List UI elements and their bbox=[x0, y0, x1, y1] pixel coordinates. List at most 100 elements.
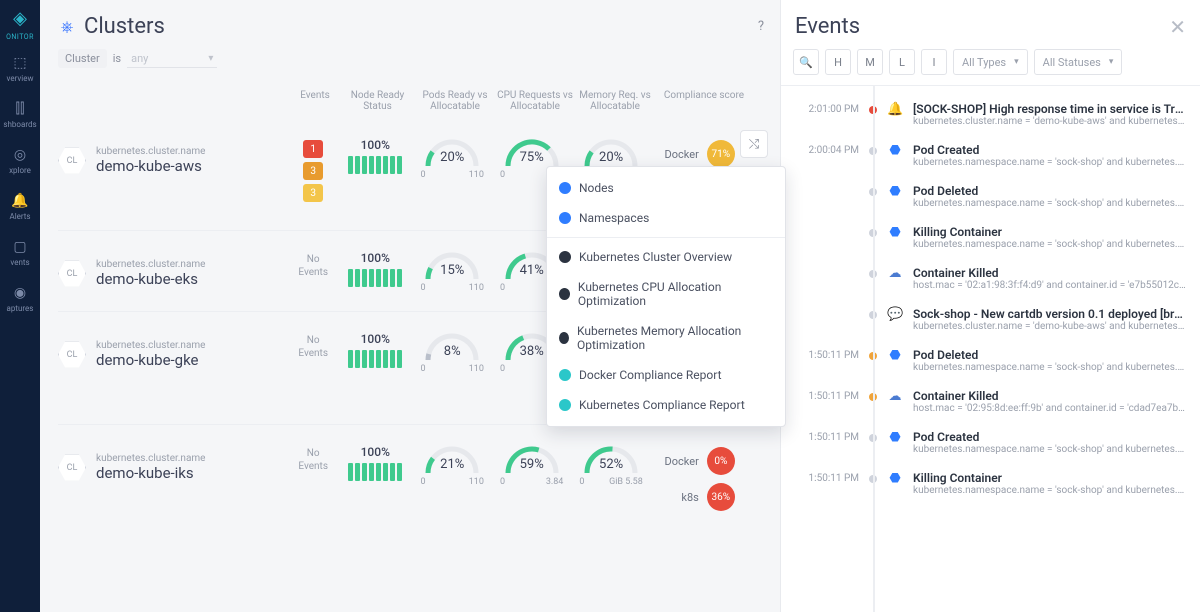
event-subtitle: kubernetes.cluster.name = 'demo-kube-aws… bbox=[913, 321, 1186, 332]
cluster-row: CL kubernetes.cluster.name demo-kube-iks… bbox=[58, 424, 770, 537]
close-icon[interactable]: ✕ bbox=[1169, 15, 1186, 39]
help-icon[interactable]: ? bbox=[758, 19, 764, 34]
node-ready-bars bbox=[338, 269, 412, 287]
popup-dot-icon bbox=[559, 288, 570, 300]
event-badge[interactable]: 3 bbox=[303, 162, 323, 180]
cluster-label: kubernetes.cluster.name bbox=[96, 340, 205, 351]
popup-item[interactable]: Kubernetes Memory Allocation Optimizatio… bbox=[547, 316, 785, 360]
event-time: 2:00:04 PM bbox=[781, 143, 859, 168]
nav-icon: ◉ bbox=[14, 285, 26, 301]
event-time: 1:50:11 PM bbox=[781, 430, 859, 455]
sidenav-item-2[interactable]: ◎ xplore bbox=[3, 147, 36, 175]
nav-icon: 🔔 bbox=[11, 193, 28, 209]
gauge-value: 8% bbox=[424, 344, 480, 359]
popup-item[interactable]: Kubernetes CPU Allocation Optimization bbox=[547, 272, 785, 316]
no-events-label: NoEvents bbox=[298, 253, 328, 279]
gauge-value: 59% bbox=[504, 457, 560, 472]
events-col: NoEvents bbox=[288, 445, 338, 473]
pods-gauge: 15% 0110 bbox=[413, 251, 492, 293]
node-ready-col: 100% bbox=[338, 445, 412, 481]
nav-label: aptures bbox=[7, 304, 34, 313]
severity-filter-i[interactable]: I bbox=[921, 49, 947, 75]
gauge-value: 20% bbox=[424, 150, 480, 165]
sidenav-item-0[interactable]: ⬚ verview bbox=[3, 55, 36, 83]
popup-item[interactable]: Namespaces bbox=[547, 203, 785, 233]
event-subtitle: kubernetes.cluster.name = 'demo-kube-aws… bbox=[913, 116, 1186, 127]
node-ready-col: 100% bbox=[338, 138, 412, 174]
severity-filter-l[interactable]: L bbox=[889, 49, 915, 75]
event-time: 1:50:11 PM bbox=[781, 471, 859, 496]
event-item[interactable]: ⬣ Killing Container kubernetes.namespace… bbox=[781, 217, 1192, 258]
event-subtitle: kubernetes.namespace.name = 'sock-shop' … bbox=[913, 444, 1186, 455]
event-type-icon: ⬣ bbox=[887, 471, 903, 496]
gauge: 75% bbox=[504, 138, 560, 168]
chevron-down-icon: ▾ bbox=[1014, 57, 1019, 67]
event-item[interactable]: 1:50:11 PM ⬣ Pod Created kubernetes.name… bbox=[781, 422, 1192, 463]
popup-item[interactable]: Kubernetes Compliance Report bbox=[547, 390, 785, 420]
event-item[interactable]: 1:50:11 PM ⬣ Pod Deleted kubernetes.name… bbox=[781, 340, 1192, 381]
search-icon[interactable]: 🔍 bbox=[793, 49, 819, 75]
event-title: Container Killed bbox=[913, 266, 1186, 280]
event-item[interactable]: 1:50:11 PM ⬣ Killing Container kubernete… bbox=[781, 463, 1192, 504]
sidenav-item-3[interactable]: 🔔 Alerts bbox=[3, 193, 36, 221]
event-item[interactable]: 2:01:00 PM 🔔 [SOCK-SHOP] High response t… bbox=[781, 94, 1192, 135]
nav-label: verview bbox=[7, 74, 34, 83]
pods-gauge: 20% 0110 bbox=[413, 138, 492, 180]
filter-value-select[interactable]: any ▾ bbox=[127, 50, 217, 68]
event-time bbox=[781, 184, 859, 209]
cluster-row: CL kubernetes.cluster.name demo-kube-aws… bbox=[58, 118, 770, 230]
cluster-identity[interactable]: CL kubernetes.cluster.name demo-kube-aws bbox=[58, 138, 288, 175]
popup-item[interactable]: Docker Compliance Report bbox=[547, 360, 785, 390]
filter-is-label: is bbox=[113, 52, 121, 65]
compliance-pill: 0% bbox=[707, 447, 735, 475]
event-badge[interactable]: 3 bbox=[303, 184, 323, 202]
row-action-button[interactable]: ⤭ bbox=[740, 130, 768, 158]
filter-bar: Cluster is any ▾ bbox=[58, 49, 770, 68]
event-type-icon: ⬣ bbox=[887, 348, 903, 373]
gauge-value: 15% bbox=[424, 263, 480, 278]
gauge-value: 20% bbox=[583, 150, 639, 165]
event-item[interactable]: 2:00:04 PM ⬣ Pod Created kubernetes.name… bbox=[781, 135, 1192, 176]
event-type-icon: 🔔 bbox=[887, 102, 903, 127]
event-title: Pod Created bbox=[913, 143, 1186, 157]
brand-label: ONITOR bbox=[6, 33, 34, 41]
cluster-label: kubernetes.cluster.name bbox=[96, 259, 205, 270]
severity-filter-h[interactable]: H bbox=[825, 49, 851, 75]
popup-dot-icon bbox=[559, 212, 571, 224]
event-time bbox=[781, 225, 859, 250]
popup-item[interactable]: Nodes bbox=[547, 173, 785, 203]
node-ready-bars bbox=[338, 156, 412, 174]
popup-item[interactable]: Kubernetes Cluster Overview bbox=[547, 242, 785, 272]
event-item[interactable]: ⬣ Pod Deleted kubernetes.namespace.name … bbox=[781, 176, 1192, 217]
event-badge[interactable]: 1 bbox=[303, 140, 323, 158]
event-subtitle: kubernetes.namespace.name = 'sock-shop' … bbox=[913, 362, 1186, 373]
cluster-hex-icon: CL bbox=[58, 260, 86, 288]
types-select[interactable]: All Types▾ bbox=[953, 49, 1028, 75]
event-type-icon: ☁ bbox=[887, 389, 903, 414]
event-time bbox=[781, 307, 859, 332]
sidenav-item-5[interactable]: ◉ aptures bbox=[3, 285, 36, 313]
popup-dot-icon bbox=[559, 182, 571, 194]
event-subtitle: host.mac = '02:95:8d:ee:ff:9b' and conta… bbox=[913, 403, 1186, 414]
popup-dot-icon bbox=[559, 332, 569, 344]
gauge: 20% bbox=[424, 138, 480, 168]
compliance-row: Docker 0% bbox=[655, 447, 770, 475]
filter-scope-chip[interactable]: Cluster bbox=[58, 49, 107, 68]
event-time: 1:50:11 PM bbox=[781, 348, 859, 373]
event-item[interactable]: ☁ Container Killed host.mac = '02:a1:98:… bbox=[781, 258, 1192, 299]
statuses-select[interactable]: All Statuses▾ bbox=[1034, 49, 1123, 75]
event-item[interactable]: 💬 Sock-shop - New cartdb version 0.1 dep… bbox=[781, 299, 1192, 340]
cluster-identity[interactable]: CL kubernetes.cluster.name demo-kube-gke bbox=[58, 332, 288, 369]
event-title: Pod Created bbox=[913, 430, 1186, 444]
gauge: 59% bbox=[504, 445, 560, 475]
cluster-identity[interactable]: CL kubernetes.cluster.name demo-kube-iks bbox=[58, 445, 288, 482]
sidenav-item-4[interactable]: ▢ vents bbox=[3, 239, 36, 267]
cluster-identity[interactable]: CL kubernetes.cluster.name demo-kube-eks bbox=[58, 251, 288, 288]
node-ready-bars bbox=[338, 350, 412, 368]
events-panel: Events ✕ 🔍 H M L I All Types▾ All Status… bbox=[780, 0, 1200, 612]
event-item[interactable]: 1:50:11 PM ☁ Container Killed host.mac =… bbox=[781, 381, 1192, 422]
severity-filter-m[interactable]: M bbox=[857, 49, 883, 75]
event-type-icon: ⬣ bbox=[887, 430, 903, 455]
event-title: Container Killed bbox=[913, 389, 1186, 403]
sidenav-item-1[interactable]: ⫿⫿ shboards bbox=[3, 101, 36, 129]
